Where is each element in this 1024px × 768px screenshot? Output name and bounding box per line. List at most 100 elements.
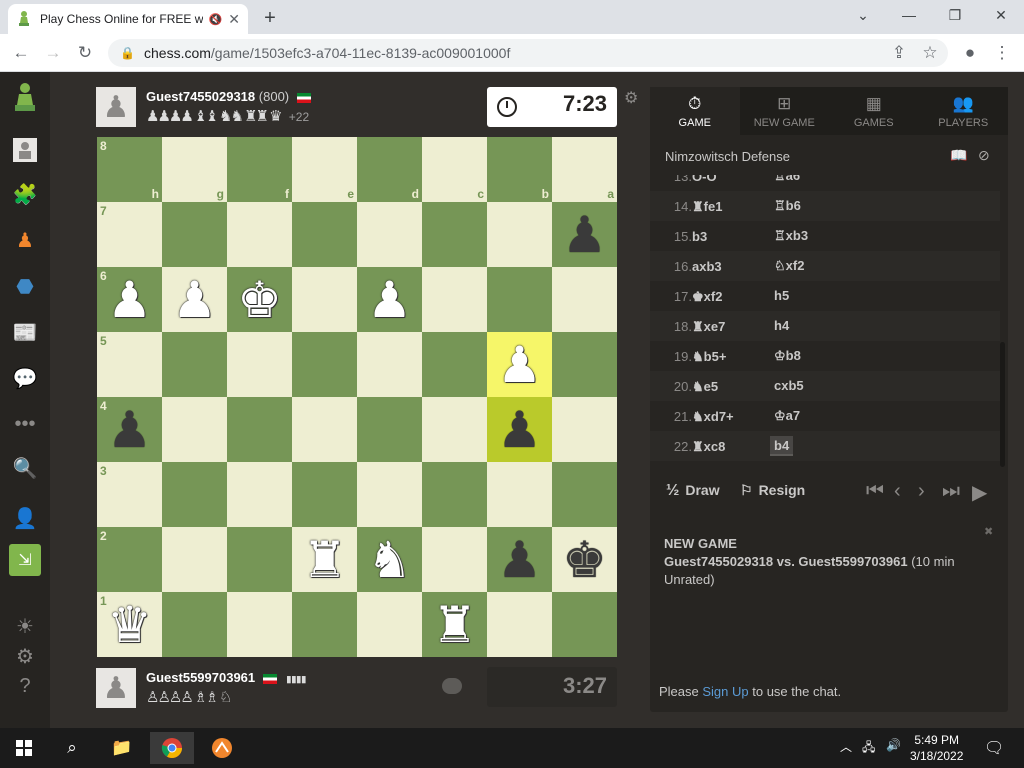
chess-piece[interactable]: ♟ (97, 397, 162, 462)
file-explorer-icon[interactable]: 📁 (100, 732, 144, 764)
board-square[interactable] (422, 527, 487, 592)
avatar[interactable]: ♟ (96, 668, 136, 708)
browser-tab[interactable]: Play Chess Online for FREE w 🔇 ✕ (8, 4, 248, 34)
bookmark-star-icon[interactable]: ☆ (917, 40, 943, 66)
board-square[interactable] (552, 592, 617, 657)
board-square[interactable]: 5 (97, 332, 162, 397)
board-square[interactable] (292, 202, 357, 267)
board-square[interactable] (292, 332, 357, 397)
tab-games[interactable]: ▦ GAMES (829, 87, 919, 135)
window-close-button[interactable]: ✕ (978, 0, 1024, 30)
chess-logo-icon[interactable] (9, 82, 41, 114)
board-square[interactable] (487, 462, 552, 527)
board-square[interactable]: 8h (97, 137, 162, 202)
board-square[interactable] (552, 332, 617, 397)
user-icon[interactable]: 👤 (9, 502, 41, 534)
settings-gear-icon[interactable]: ⚙ (9, 640, 41, 672)
tab-close-icon[interactable]: ✕ (228, 11, 240, 28)
move-list-scrollbar[interactable] (1000, 342, 1005, 467)
window-restore-button[interactable]: — (886, 0, 932, 30)
board-square[interactable] (357, 202, 422, 267)
black-move[interactable]: ♖xb3 (770, 226, 812, 246)
board-square[interactable] (357, 332, 422, 397)
resign-button[interactable]: ⚐ Resign (740, 482, 805, 499)
board-square[interactable] (357, 592, 422, 657)
black-move[interactable]: h4 (770, 316, 793, 336)
next-move-icon[interactable]: › (918, 480, 925, 503)
chess-piece[interactable]: ♛ (97, 592, 162, 657)
board-settings-gear-icon[interactable]: ⚙ (624, 88, 638, 108)
board-square[interactable] (487, 592, 552, 657)
chess-piece[interactable]: ♚ (552, 527, 617, 592)
white-move[interactable]: ♞xd7+ (692, 409, 734, 425)
board-square[interactable]: d (357, 137, 422, 202)
black-move[interactable]: ♖b6 (770, 196, 805, 216)
compass-icon[interactable]: ⊘ (978, 147, 990, 164)
avatar[interactable]: ♟ (96, 87, 136, 127)
chess-board[interactable]: 1 2 3 4 5 6 7 8 h g f e d c b a ♛ ♜ ♜ ♞ ♟ ♚ ♟ ♟ ♟ ♟ ♟ ♚ ♟ ♟ (97, 137, 617, 657)
chat-bubble-icon[interactable] (442, 678, 462, 694)
board-square[interactable] (357, 462, 422, 527)
board-square[interactable] (552, 397, 617, 462)
black-move[interactable]: ♘xf2 (770, 256, 808, 276)
notifications-icon[interactable]: 🗨 (984, 738, 1004, 758)
black-move[interactable]: ♔b8 (770, 346, 805, 366)
chess-piece[interactable]: ♟ (487, 397, 552, 462)
new-tab-button[interactable]: + (258, 6, 282, 30)
black-move[interactable]: b4 (770, 436, 794, 456)
forward-arrow-icon[interactable]: → (40, 40, 66, 66)
board-square[interactable] (422, 397, 487, 462)
white-move[interactable]: ♜xe7 (692, 319, 725, 335)
board-square[interactable] (552, 462, 617, 527)
last-move-icon[interactable]: ⏭ (942, 480, 960, 503)
white-move[interactable]: ♞e5 (692, 379, 718, 395)
chess-piece[interactable]: ♟ (487, 527, 552, 592)
board-square[interactable] (552, 267, 617, 332)
board-square[interactable] (292, 397, 357, 462)
network-icon[interactable]: 🖧 (862, 738, 875, 759)
book-icon[interactable]: 📖 (950, 147, 967, 164)
white-move[interactable]: axb3 (692, 259, 722, 274)
prev-move-icon[interactable]: ‹ (894, 480, 901, 503)
news-icon[interactable]: 📰 (9, 316, 41, 348)
chrome-icon[interactable] (150, 732, 194, 764)
play-icon[interactable] (9, 134, 41, 166)
puzzles-icon[interactable]: 🧩 (9, 178, 41, 210)
board-square[interactable] (162, 332, 227, 397)
board-square[interactable] (162, 527, 227, 592)
back-arrow-icon[interactable]: ← (8, 40, 34, 66)
board-square[interactable] (292, 592, 357, 657)
board-square[interactable] (357, 397, 422, 462)
play-moves-icon[interactable]: ▶ (972, 480, 987, 505)
first-move-icon[interactable]: ⏮ (866, 480, 884, 503)
board-square[interactable]: 3 (97, 462, 162, 527)
opening-name[interactable]: Nimzowitsch Defense (665, 149, 790, 164)
chess-piece[interactable]: ♟ (357, 267, 422, 332)
sign-up-link[interactable]: Sign Up (702, 684, 748, 699)
chess-piece[interactable]: ♟ (487, 332, 552, 397)
profile-icon[interactable]: ● (957, 40, 983, 66)
board-square[interactable] (422, 267, 487, 332)
black-move[interactable]: cxb5 (770, 376, 808, 396)
board-square[interactable] (227, 462, 292, 527)
board-square[interactable]: c (422, 137, 487, 202)
white-move[interactable]: ♜xc8 (692, 439, 725, 455)
chess-piece[interactable]: ♜ (422, 592, 487, 657)
board-square[interactable] (487, 202, 552, 267)
board-square[interactable] (227, 332, 292, 397)
bottom-player-name[interactable]: Guest5599703961 (146, 670, 255, 685)
black-move[interactable]: h5 (770, 286, 793, 306)
white-move[interactable]: ♚xf2 (692, 289, 722, 305)
volume-icon[interactable]: 🔊 (886, 738, 901, 752)
board-square[interactable] (292, 267, 357, 332)
tab-players[interactable]: 👥 PLAYERS (919, 87, 1009, 135)
top-player-name[interactable]: Guest7455029318 (146, 89, 255, 104)
black-move[interactable]: ♖a6 (770, 175, 804, 186)
white-move[interactable]: O-O (692, 175, 717, 184)
tray-chevron-icon[interactable]: ︿ (840, 738, 852, 755)
board-square[interactable] (227, 202, 292, 267)
chess-piece[interactable]: ♟ (97, 267, 162, 332)
tab-new-game[interactable]: ⊞ NEW GAME (740, 87, 830, 135)
board-square[interactable]: e (292, 137, 357, 202)
board-square[interactable] (162, 592, 227, 657)
